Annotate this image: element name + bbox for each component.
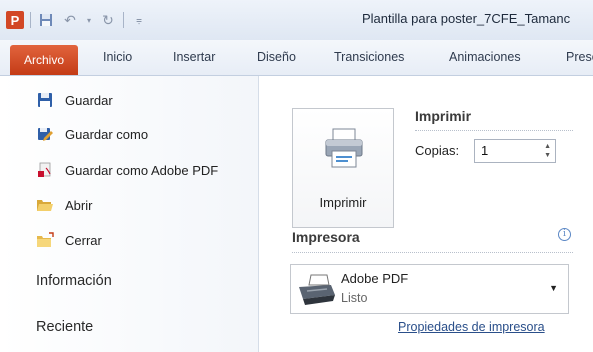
menu-informacion[interactable]: Información — [36, 273, 112, 289]
tab-insertar[interactable]: Insertar — [173, 40, 215, 75]
printer-section-title: Impresora — [292, 229, 360, 245]
printer-icon — [297, 273, 337, 312]
window-title: Plantilla para poster_7CFE_Tamanc — [362, 11, 571, 26]
menu-guardar-como[interactable]: Guardar como — [36, 123, 148, 145]
tab-transiciones[interactable]: Transiciones — [334, 40, 404, 75]
tab-archivo[interactable]: Archivo — [10, 45, 78, 75]
toolbar-separator — [30, 12, 31, 28]
copies-stepper[interactable]: 1 ▲ ▼ — [474, 139, 556, 163]
toolbar-separator — [123, 12, 124, 28]
print-section-title: Imprimir — [415, 108, 472, 124]
save-icon[interactable] — [37, 11, 55, 29]
powerpoint-logo-icon[interactable]: P — [6, 11, 24, 29]
tab-animaciones[interactable]: Animaciones — [449, 40, 521, 75]
printer-status: Listo — [341, 291, 368, 305]
divider — [292, 252, 573, 253]
ribbon-tabs: Archivo Inicio Insertar Diseño Transicio… — [0, 40, 593, 76]
menu-abrir[interactable]: Abrir — [36, 194, 92, 216]
print-panel: Imprimir Imprimir Copias: 1 ▲ ▼ Impresora… — [259, 76, 593, 352]
dropdown-icon[interactable]: ▾ — [85, 11, 93, 29]
info-icon[interactable]: i — [558, 228, 571, 241]
customize-toolbar-icon[interactable]: ⩦ — [130, 11, 148, 29]
save-icon — [36, 91, 54, 109]
title-bar: P ↶ ▾ ↻ ⩦ Plantilla para poster_7CFE_Tam… — [0, 0, 593, 40]
tab-diseno[interactable]: Diseño — [257, 40, 296, 75]
tab-inicio[interactable]: Inicio — [103, 40, 132, 75]
tab-presentacion[interactable]: Prese — [566, 40, 593, 75]
divider — [415, 130, 573, 131]
menu-guardar-pdf[interactable]: Guardar como Adobe PDF — [36, 159, 218, 181]
undo-icon[interactable]: ↶ — [61, 11, 79, 29]
save-as-icon — [36, 125, 54, 143]
redo-icon[interactable]: ↻ — [99, 11, 117, 29]
printer-dropdown[interactable]: Adobe PDF Listo ▼ — [290, 264, 569, 314]
menu-cerrar[interactable]: Cerrar — [36, 229, 102, 251]
quick-access-toolbar: P ↶ ▾ ↻ ⩦ — [6, 9, 148, 31]
copies-label: Copias: — [415, 143, 460, 158]
copies-value: 1 — [481, 143, 489, 158]
menu-label: Guardar — [65, 92, 113, 108]
chevron-down-icon: ▼ — [549, 283, 558, 293]
pdf-icon — [36, 161, 54, 179]
menu-reciente[interactable]: Reciente — [36, 319, 93, 335]
menu-label: Guardar como — [65, 126, 149, 142]
spin-buttons[interactable]: ▲ ▼ — [544, 142, 551, 160]
menu-guardar[interactable]: Guardar — [36, 89, 113, 111]
menu-label: Guardar como Adobe PDF — [65, 162, 219, 178]
printer-properties-link[interactable]: Propiedades de impresora — [398, 320, 545, 334]
open-folder-icon — [36, 196, 54, 214]
print-button-label: Imprimir — [319, 195, 367, 210]
menu-label: Abrir — [65, 197, 93, 213]
print-button[interactable]: Imprimir — [292, 108, 394, 228]
menu-label: Cerrar — [65, 232, 102, 248]
backstage-menu: Guardar Guardar como Guardar como Adobe … — [0, 76, 259, 352]
printer-name: Adobe PDF — [341, 271, 409, 286]
close-folder-icon — [36, 231, 54, 249]
printer-icon — [324, 127, 364, 174]
